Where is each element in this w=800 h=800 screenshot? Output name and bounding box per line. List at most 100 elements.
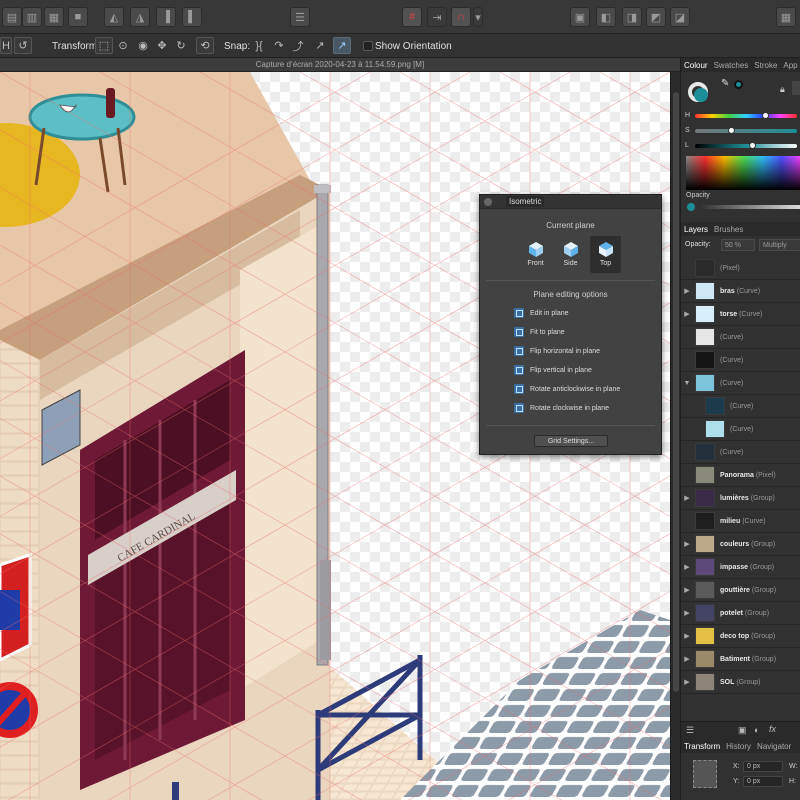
align-top-icon[interactable]: ▌	[182, 7, 202, 27]
transform-rotate-icon[interactable]: ↻	[172, 37, 190, 54]
arrange-front-icon[interactable]: ■	[68, 7, 88, 27]
flip-horizontal-icon[interactable]: H	[0, 37, 12, 54]
edit-in-plane-option[interactable]: Edit in plane	[514, 306, 569, 320]
chevron-right-icon[interactable]: ▶	[681, 609, 693, 617]
layer-row[interactable]: ▶ couleurs (Group)	[681, 533, 800, 556]
chevron-right-icon[interactable]: ▶	[681, 655, 693, 663]
tab-transform[interactable]: Transform	[681, 742, 723, 751]
plane-top-button[interactable]: Top	[590, 236, 621, 273]
chevron-right-icon[interactable]: ▶	[681, 310, 693, 318]
x-position-field[interactable]: 0 px	[743, 761, 783, 772]
transform-origin-icon[interactable]: ⊙	[114, 37, 132, 54]
blend-mode-select[interactable]: Multiply	[759, 239, 800, 251]
chevron-right-icon[interactable]: ▶	[681, 563, 693, 571]
boolean-add-icon[interactable]: ▣	[570, 7, 590, 27]
flip-vertical-option[interactable]: Flip vertical in plane	[514, 363, 592, 377]
fx-icon[interactable]: fx	[769, 724, 776, 734]
layer-row[interactable]: (Curve)	[681, 349, 800, 372]
layer-row[interactable]: milieu (Curve)	[681, 510, 800, 533]
plane-front-button[interactable]: Front	[520, 236, 551, 273]
mask-icon[interactable]: ▣	[738, 725, 747, 736]
tab-swatches[interactable]: Swatches	[711, 61, 752, 70]
layer-row[interactable]: ▶ lumières (Group)	[681, 487, 800, 510]
snap-arc-icon[interactable]: ↷	[270, 37, 288, 54]
layer-row[interactable]: (Curve)	[681, 395, 800, 418]
layer-row[interactable]: ▶ bras (Curve)	[681, 280, 800, 303]
layers-stack-icon[interactable]: ☰	[686, 725, 694, 736]
arrange-forward-icon[interactable]: ▦	[44, 7, 64, 27]
layer-row[interactable]: Panorama (Pixel)	[681, 464, 800, 487]
layer-row[interactable]: (Curve)	[681, 326, 800, 349]
layer-row[interactable]: (Pixel)	[681, 257, 800, 280]
distribute-icon[interactable]: ☰	[290, 7, 310, 27]
colour-picker-swatch[interactable]	[734, 80, 743, 89]
snapping-options-icon[interactable]: ⇥	[427, 7, 447, 27]
chevron-right-icon[interactable]: ▶	[681, 586, 693, 594]
chevron-right-icon[interactable]: ▶	[681, 632, 693, 640]
tab-navigator[interactable]: Navigator	[754, 742, 794, 751]
layer-row[interactable]: (Curve)	[681, 418, 800, 441]
align-left-icon[interactable]: ◭	[104, 7, 124, 27]
adjustment-icon[interactable]: ◐	[754, 725, 759, 735]
transform-reset-icon[interactable]: ⟲	[196, 37, 214, 54]
chevron-right-icon[interactable]: ▶	[681, 540, 693, 548]
snapping-dropdown-chevron-icon[interactable]: ▾	[473, 7, 483, 27]
hue-slider[interactable]	[695, 114, 797, 118]
layer-row[interactable]: ▶ potelet (Group)	[681, 602, 800, 625]
boolean-divide-icon[interactable]: ◪	[670, 7, 690, 27]
saturation-slider-knob[interactable]	[727, 127, 735, 134]
grid-settings-button[interactable]: Grid Settings...	[534, 435, 608, 447]
layer-row[interactable]: ▼ (Curve)	[681, 372, 800, 395]
boolean-xor-icon[interactable]: ◩	[646, 7, 666, 27]
align-center-icon[interactable]: ◮	[130, 7, 150, 27]
close-icon[interactable]	[484, 197, 492, 206]
transform-move-icon[interactable]: ✥	[153, 37, 171, 54]
y-position-field[interactable]: 0 px	[743, 776, 783, 787]
layer-row[interactable]: ▶ SOL (Group)	[681, 671, 800, 694]
tab-history[interactable]: History	[723, 742, 754, 751]
chevron-right-icon[interactable]: ▶	[681, 678, 693, 686]
transform-visibility-icon[interactable]: ◉	[134, 37, 152, 54]
scrollbar-thumb[interactable]	[673, 92, 679, 692]
chevron-down-icon[interactable]: ▼	[681, 380, 693, 387]
canvas-vertical-scrollbar[interactable]	[670, 72, 680, 800]
tab-colour[interactable]: Colour	[681, 61, 711, 70]
boolean-intersect-icon[interactable]: ◨	[622, 7, 642, 27]
lightness-slider[interactable]	[695, 144, 797, 148]
fit-to-plane-option[interactable]: Fit to plane	[514, 325, 565, 339]
plane-side-button[interactable]: Side	[555, 236, 586, 273]
eyedropper-icon[interactable]: ✎	[721, 78, 729, 89]
arrange-back-icon[interactable]: ▤	[2, 7, 22, 27]
rotate-clockwise-option[interactable]: Rotate clockwise in plane	[514, 401, 609, 415]
snap-path-icon[interactable]: ⤴	[289, 37, 307, 54]
anchor-selector-icon[interactable]	[693, 760, 717, 788]
rotate-icon[interactable]: ↺	[14, 37, 32, 54]
snapping-magnet-icon[interactable]: ∩	[451, 7, 471, 27]
tab-stroke[interactable]: Stroke	[751, 61, 780, 70]
layer-row[interactable]: ▶ Batiment (Group)	[681, 648, 800, 671]
layer-row[interactable]: ▶ gouttière (Group)	[681, 579, 800, 602]
tab-brushes[interactable]: Brushes	[711, 225, 746, 234]
lock-icon[interactable]: 🔒︎	[780, 84, 785, 95]
layer-row[interactable]: ▶ impasse (Group)	[681, 556, 800, 579]
persona-icon[interactable]: ▦	[776, 7, 796, 27]
snap-node-icon[interactable]: ↗	[311, 37, 329, 54]
layer-opacity-field[interactable]: 50 %	[721, 239, 755, 251]
chevron-right-icon[interactable]: ▶	[681, 287, 693, 295]
show-orientation-checkbox[interactable]	[363, 41, 373, 51]
colour-spectrum[interactable]	[686, 156, 800, 190]
layer-row[interactable]: ▶ deco top (Group)	[681, 625, 800, 648]
snapping-grid-icon[interactable]: #	[402, 7, 422, 27]
rotate-anticlockwise-option[interactable]: Rotate anticlockwise in plane	[514, 382, 620, 396]
layer-row[interactable]: (Curve)	[681, 441, 800, 464]
fill-colour-well[interactable]	[694, 88, 708, 102]
transform-bounding-box-icon[interactable]: ⬚	[95, 37, 113, 54]
saturation-slider[interactable]	[695, 129, 797, 133]
align-right-icon[interactable]: ▐	[156, 7, 176, 27]
boolean-subtract-icon[interactable]: ◧	[596, 7, 616, 27]
flip-horizontal-option[interactable]: Flip horizontal in plane	[514, 344, 600, 358]
snap-bracket-icon[interactable]: }{	[250, 37, 268, 54]
layer-row[interactable]: ▶ torse (Curve)	[681, 303, 800, 326]
snap-active-icon[interactable]: ↗	[333, 37, 351, 54]
tab-layers[interactable]: Layers	[681, 225, 711, 234]
